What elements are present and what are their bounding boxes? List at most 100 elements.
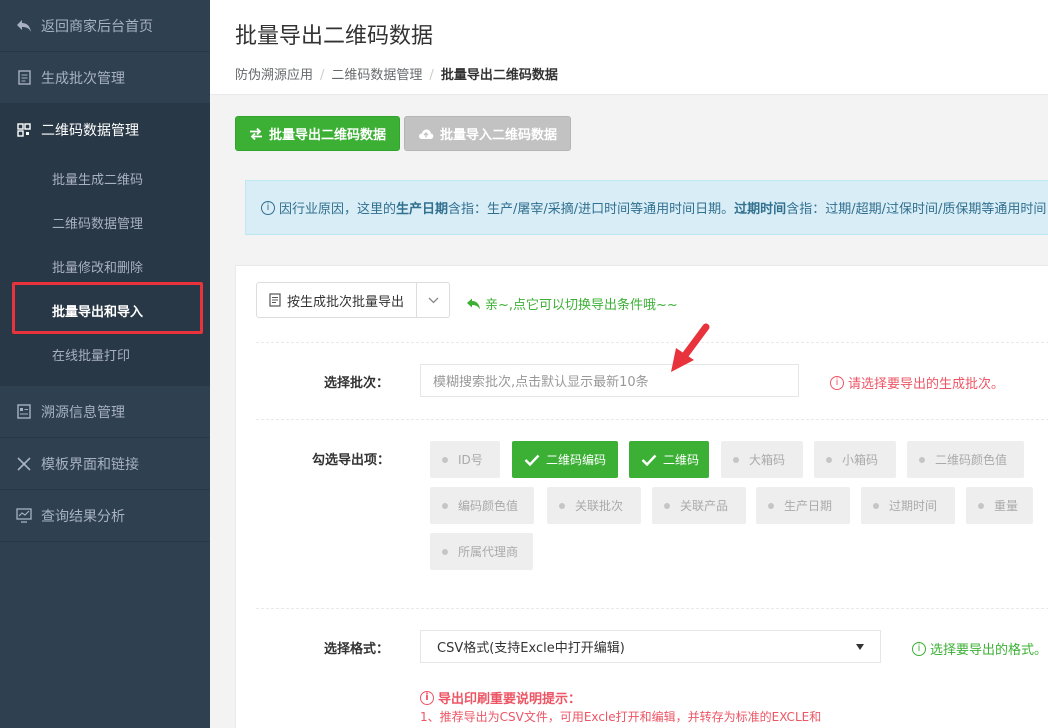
alert-bold-expire-time: 过期时间: [734, 202, 787, 217]
field-option-label: 生产日期: [784, 499, 833, 513]
sidebar-item-trace-info[interactable]: 溯源信息管理: [0, 386, 210, 438]
field-option-id[interactable]: ID号: [430, 441, 500, 478]
breadcrumb-item-app[interactable]: 防伪溯源应用: [235, 68, 313, 83]
field-option-label: 二维码编码: [546, 453, 607, 467]
red-arrow-icon: [668, 322, 712, 378]
highlight-box: [12, 282, 203, 334]
field-option-agent[interactable]: 所属代理商: [430, 533, 533, 570]
alert-bold-production-date: 生产日期: [396, 202, 449, 217]
field-option-qrcode-color[interactable]: 二维码颜色值: [907, 441, 1024, 478]
caret-down-icon: [856, 639, 864, 654]
format-select[interactable]: CSV格式(支持Excle中打开编辑): [420, 630, 881, 663]
sidebar-item-label: 溯源信息管理: [41, 404, 125, 421]
format-label: 选择格式：: [324, 642, 390, 657]
field-option-label: ID号: [458, 453, 483, 467]
monitor-chart-icon: [16, 508, 32, 524]
reply-arrow-icon: [16, 18, 32, 34]
document-icon: [269, 293, 281, 307]
sidebar-sub-generate-qrcode[interactable]: 批量生成二维码: [0, 156, 210, 200]
export-mode-dropdown[interactable]: 按生成批次批量导出: [256, 282, 451, 318]
sidebar-item-qrcode-data[interactable]: 二维码数据管理: [0, 104, 210, 156]
field-option-code-color[interactable]: 编码颜色值: [430, 487, 534, 524]
field-option-qrcode[interactable]: 二维码: [629, 441, 709, 478]
check-icon: [524, 454, 540, 466]
sidebar-item-label: 二维码数据管理: [41, 122, 139, 139]
sidebar-item-label: 生成批次管理: [41, 70, 125, 87]
info-circle-icon: i: [261, 200, 275, 215]
divider: [256, 419, 1048, 420]
batch-error-hint: i 请选择要导出的生成批次。: [830, 373, 1004, 392]
export-mode-hint-text: 亲~,点它可以切换导出条件哦~~: [485, 298, 678, 313]
fields-label: 勾选导出项：: [312, 453, 391, 468]
back-label: 返回商家后台首页: [41, 18, 153, 35]
breadcrumb-separator: /: [429, 68, 434, 83]
unchecked-dot-icon: [559, 502, 565, 509]
unchecked-dot-icon: [919, 456, 925, 463]
export-mode-text: 按生成批次批量导出: [287, 294, 405, 310]
sidebar-sub-qrcode-data[interactable]: 二维码数据管理: [0, 200, 210, 244]
sidebar-sub-online-print[interactable]: 在线批量打印: [0, 332, 210, 376]
sidebar: 返回商家后台首页 生成批次管理 二维码数据管理 批量生成二维码 二维码数据管理 …: [0, 0, 210, 728]
info-circle-icon: i: [420, 690, 434, 705]
notice-line: 1、推荐导出为CSV文件，可用Excle打开和编辑，并转存为标准的EXCLE和: [420, 710, 822, 724]
notice-title: i 导出印刷重要说明提示：: [420, 688, 581, 707]
batch-error-text: 请选择要导出的生成批次。: [848, 377, 1005, 392]
format-hint-text: 选择要导出的格式。: [930, 643, 1048, 658]
alert-text-2: 含指：生产/屠宰/采摘/进口时间等通用时间日期。: [448, 202, 735, 217]
exchange-icon: [249, 127, 263, 140]
info-circle-icon: i: [830, 375, 844, 390]
alert-text-3: 含指：过期/超期/过保时间/质保期等通用时间: [786, 202, 1047, 217]
batch-search-input[interactable]: 模糊搜索批次,点击默认显示最新10条: [420, 364, 799, 397]
breadcrumb-item-qrcode-data[interactable]: 二维码数据管理: [331, 68, 422, 83]
puzzle-icon: [16, 456, 32, 472]
document-icon: [16, 70, 32, 86]
qrcode-icon: [16, 122, 32, 138]
sidebar-item-query-analysis[interactable]: 查询结果分析: [0, 490, 210, 542]
field-option-label: 二维码: [663, 453, 700, 467]
unchecked-dot-icon: [978, 502, 984, 509]
export-mode-label: 按生成批次批量导出: [257, 283, 418, 317]
export-form-panel: 按生成批次批量导出 亲~,点它可以切换导出条件哦~~ 选择批次： 模糊搜索批次,…: [235, 265, 1048, 728]
page-header: 批量导出二维码数据 防伪溯源应用 / 二维码数据管理 / 批量导出二维码数据: [210, 0, 1048, 95]
unchecked-dot-icon: [442, 548, 448, 555]
info-circle-icon: i: [912, 641, 926, 656]
field-option-label: 关联产品: [680, 499, 729, 513]
field-option-big-box[interactable]: 大箱码: [721, 441, 803, 478]
unchecked-dot-icon: [873, 502, 879, 509]
page-title: 批量导出二维码数据: [235, 24, 434, 49]
check-icon: [641, 454, 657, 466]
format-hint: i 选择要导出的格式。: [912, 639, 1047, 658]
field-option-linked-product[interactable]: 关联产品: [652, 487, 746, 524]
reply-arrow-icon: [466, 298, 481, 310]
field-option-label: 大箱码: [749, 453, 786, 467]
field-option-qrcode-code[interactable]: 二维码编码: [512, 441, 618, 478]
sidebar-item-label: 查询结果分析: [41, 508, 125, 525]
back-to-dashboard-link[interactable]: 返回商家后台首页: [0, 0, 210, 52]
batch-label: 选择批次：: [324, 376, 390, 391]
format-select-value: CSV格式(支持Excle中打开编辑): [437, 641, 625, 656]
unchecked-dot-icon: [664, 502, 670, 509]
unchecked-dot-icon: [442, 502, 448, 509]
sidebar-item-label: 模板界面和链接: [41, 456, 139, 473]
divider: [256, 342, 1048, 343]
chevron-down-icon[interactable]: [417, 283, 449, 317]
breadcrumb-separator: /: [320, 68, 325, 83]
unchecked-dot-icon: [442, 456, 448, 463]
sidebar-item-batch-management[interactable]: 生成批次管理: [0, 52, 210, 104]
export-qrcode-button[interactable]: 批量导出二维码数据: [235, 116, 401, 151]
export-mode-hint: 亲~,点它可以切换导出条件哦~~: [466, 294, 678, 313]
sidebar-item-template-links[interactable]: 模板界面和链接: [0, 438, 210, 490]
field-option-label: 二维码颜色值: [935, 453, 1008, 467]
breadcrumb: 防伪溯源应用 / 二维码数据管理 / 批量导出二维码数据: [235, 64, 1048, 83]
field-option-linked-batch[interactable]: 关联批次: [547, 487, 641, 524]
field-option-label: 关联批次: [575, 499, 624, 513]
field-option-small-box[interactable]: 小箱码: [814, 441, 896, 478]
field-option-weight[interactable]: 重量: [966, 487, 1033, 524]
import-qrcode-button[interactable]: 批量导入二维码数据: [404, 116, 572, 151]
unchecked-dot-icon: [733, 456, 739, 463]
cloud-upload-icon: [418, 128, 434, 140]
field-option-expire-time[interactable]: 过期时间: [861, 487, 955, 524]
field-option-label: 过期时间: [889, 499, 938, 513]
field-option-production-date[interactable]: 生产日期: [756, 487, 850, 524]
action-buttons: 批量导出二维码数据 批量导入二维码数据: [235, 116, 572, 151]
